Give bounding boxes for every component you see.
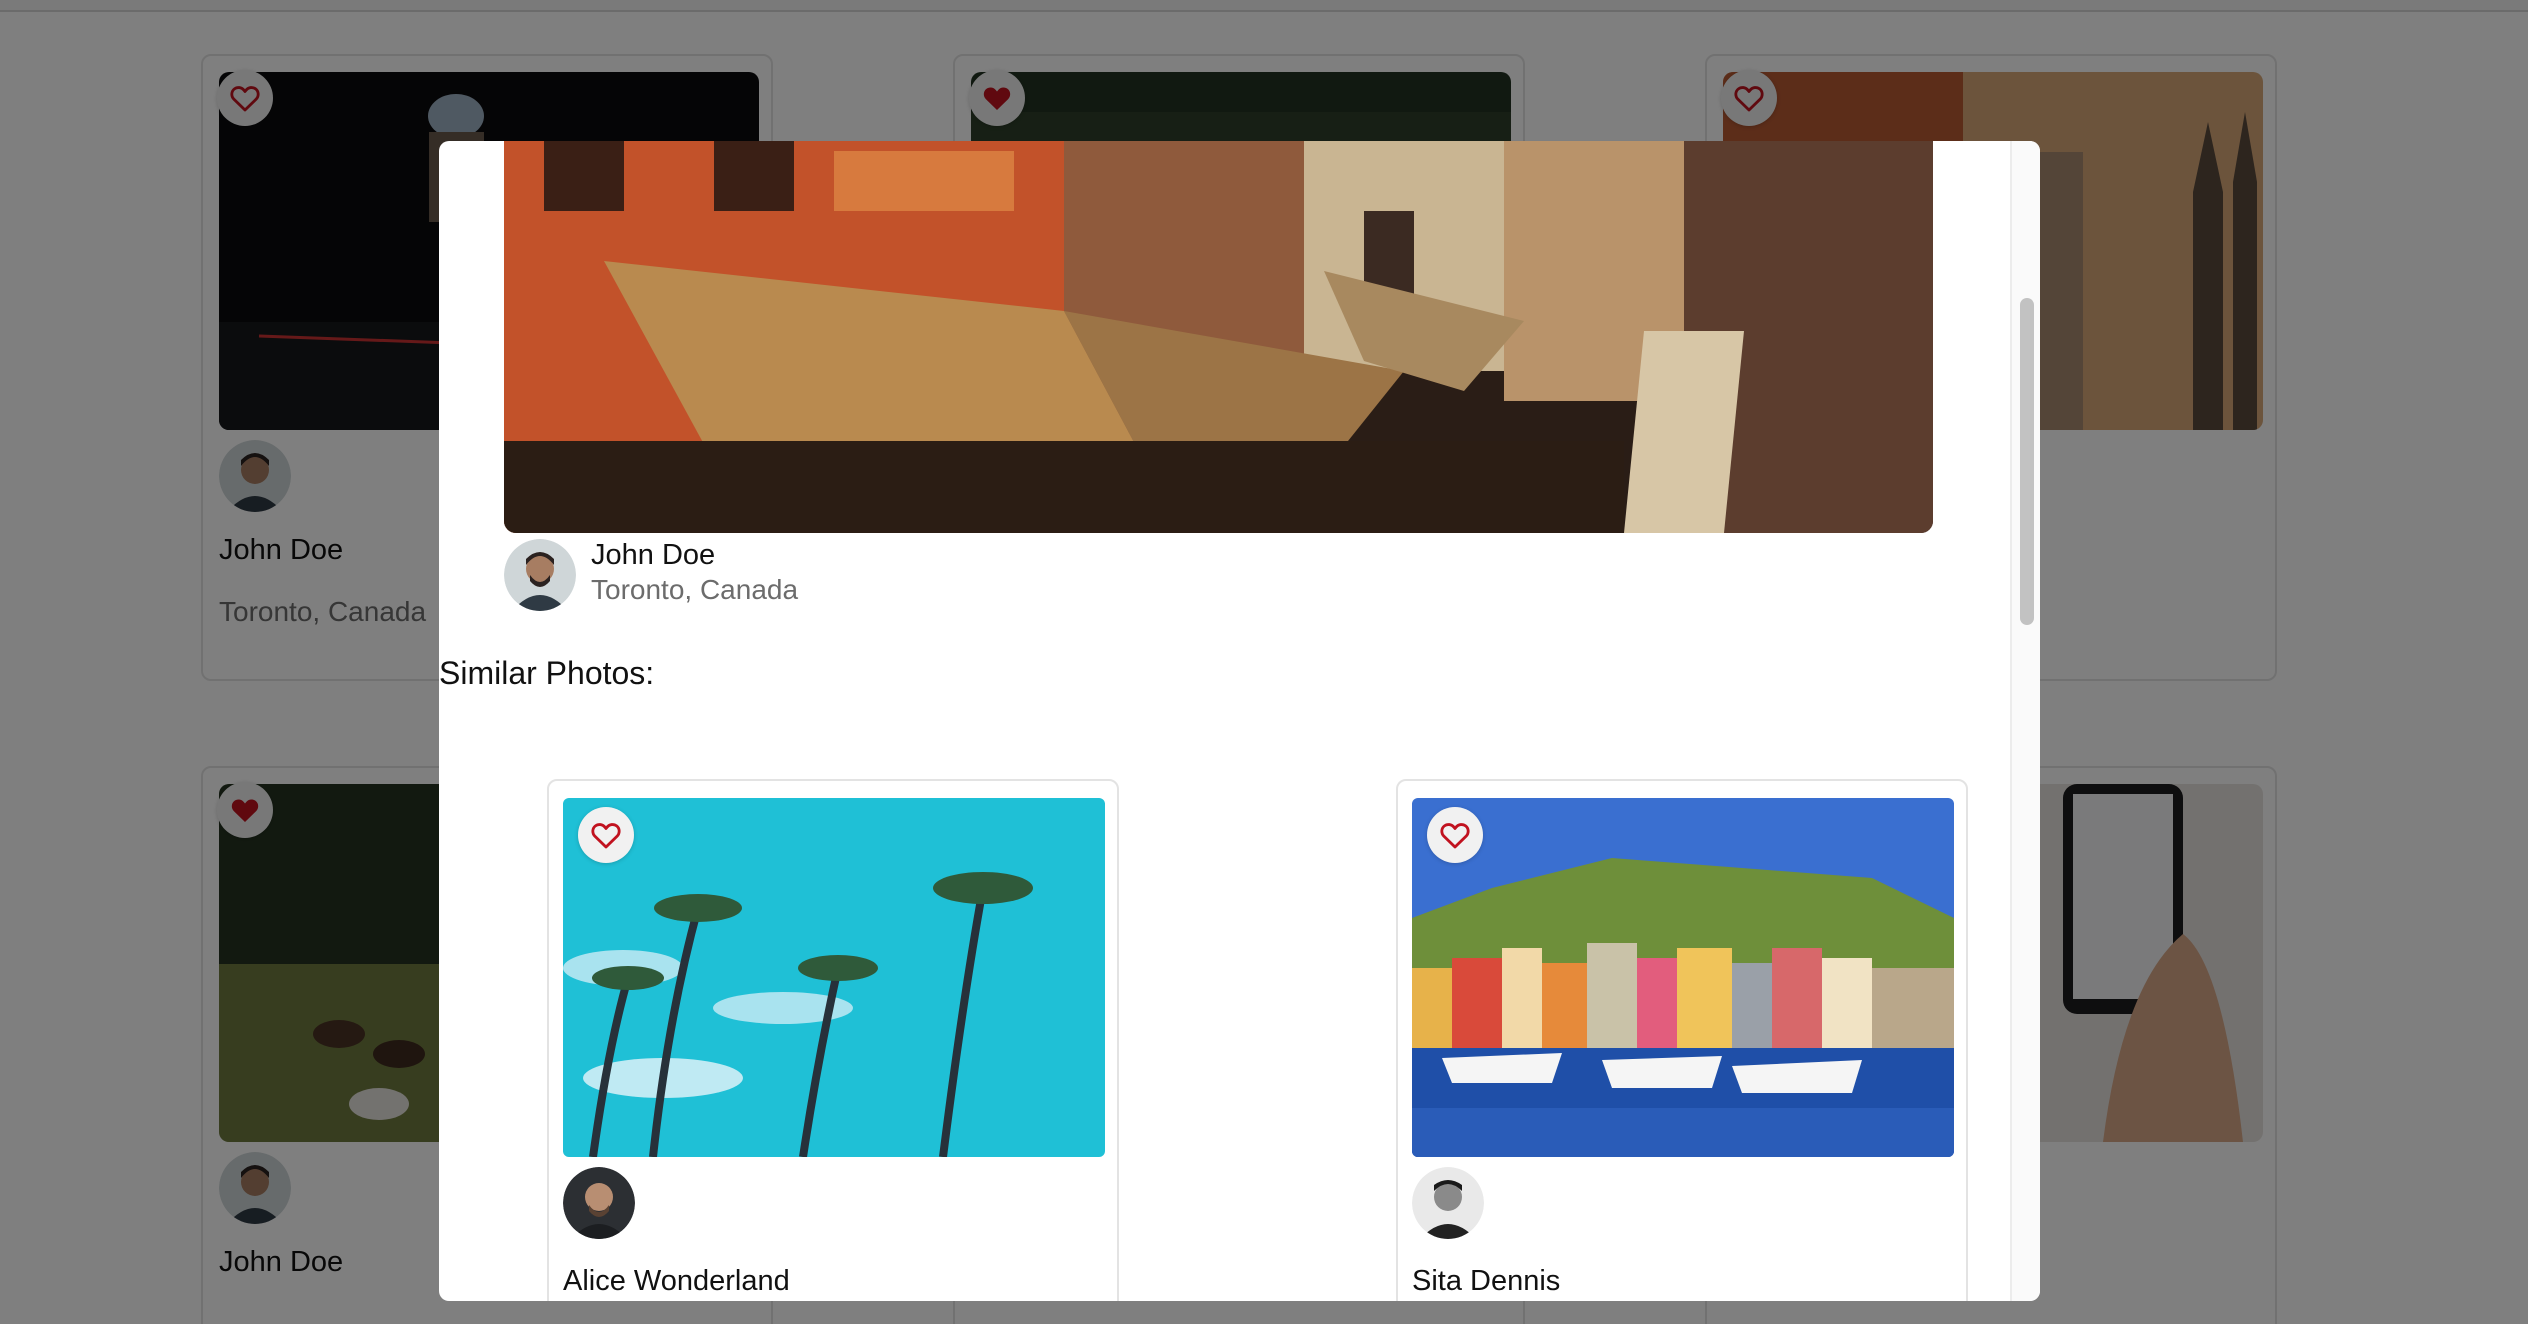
- owner-name: John Doe: [591, 539, 716, 571]
- heart-outline-icon: [1440, 823, 1470, 849]
- owner-location: Toronto, Canada: [591, 574, 799, 605]
- like-button[interactable]: [1427, 807, 1483, 863]
- owner-name: Sita Dennis: [1412, 1265, 1561, 1297]
- avatar[interactable]: [563, 1167, 635, 1239]
- avatar[interactable]: [1412, 1167, 1484, 1239]
- photo-hero-image: [504, 141, 1933, 533]
- similar-photo-card[interactable]: Alice Wonderland: [547, 779, 1119, 1301]
- photo-image[interactable]: [1412, 798, 1954, 1157]
- modal-scrollbar[interactable]: [2010, 141, 2040, 1301]
- similar-photo-card[interactable]: Sita Dennis: [1396, 779, 1968, 1301]
- scrollbar-thumb[interactable]: [2020, 298, 2034, 625]
- owner-avatar[interactable]: [504, 539, 576, 611]
- owner-name: Alice Wonderland: [563, 1265, 790, 1297]
- photo-image[interactable]: [563, 798, 1105, 1157]
- heart-outline-icon: [591, 823, 621, 849]
- photo-detail-modal: John Doe Toronto, Canada Similar Photos:: [439, 141, 2040, 1301]
- similar-photos-heading: Similar Photos:: [439, 655, 655, 691]
- like-button[interactable]: [578, 807, 634, 863]
